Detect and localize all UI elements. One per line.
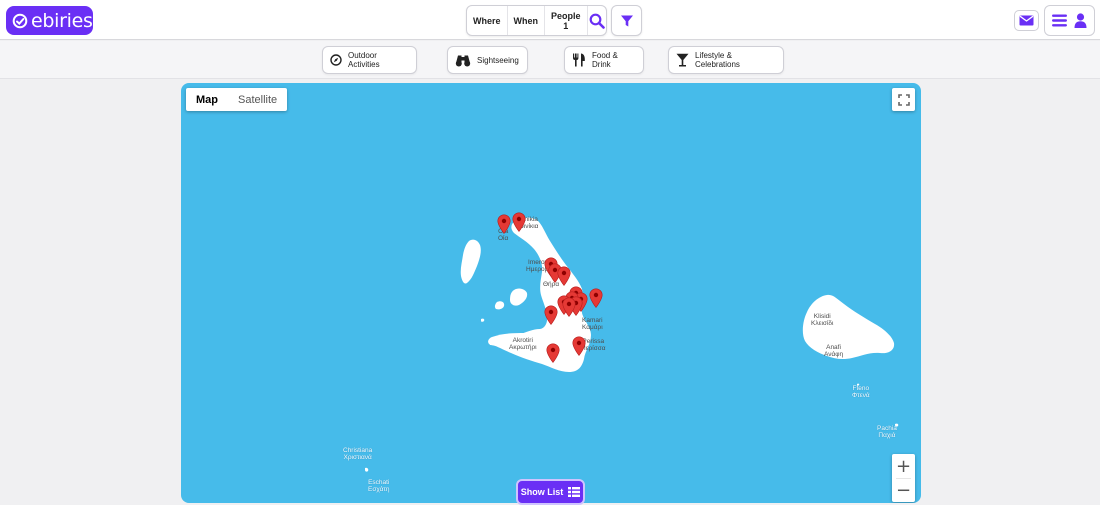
when-field[interactable]: When [508, 6, 546, 35]
people-field[interactable]: People 1 [545, 6, 588, 35]
account-menu-button[interactable] [1044, 5, 1095, 36]
search-icon [589, 13, 605, 29]
map-type-satellite-button[interactable]: Satellite [228, 88, 287, 111]
category-food-drink[interactable]: Food & Drink [564, 46, 644, 74]
christiana-islet [365, 467, 369, 472]
category-sightseeing[interactable]: Sightseeing [447, 46, 528, 74]
category-lifestyle-celebrations[interactable]: Lifestyle & Celebrations [668, 46, 784, 74]
list-icon [568, 487, 581, 497]
aspronisi-island [481, 318, 485, 322]
messages-button[interactable] [1014, 10, 1039, 31]
search-bar[interactable]: Where When People 1 [466, 5, 607, 36]
map-marker[interactable] [546, 343, 560, 363]
map-marker[interactable] [512, 212, 526, 232]
category-label: Sightseeing [477, 55, 519, 65]
show-list-label: Show List [520, 487, 564, 497]
fullscreen-icon [897, 93, 910, 106]
map-type-control: Map Satellite [186, 88, 288, 111]
utensils-icon [573, 53, 585, 67]
map-marker[interactable] [557, 266, 571, 286]
map-view[interactable]: FoinikiaΦοινίκια OiaΟία ImerovigliΗμεροβ… [181, 83, 921, 503]
place-label-eschati: Eschati Εσχάτη [368, 479, 390, 493]
logo-mark-icon [12, 13, 28, 28]
logo-text: ebiries [31, 9, 93, 32]
user-icon [1074, 13, 1087, 28]
show-list-button[interactable]: Show List [516, 479, 585, 505]
fullscreen-button[interactable] [892, 88, 915, 111]
map-marker[interactable] [497, 214, 511, 234]
place-label-christiana: Christiana Χριστιανά [343, 447, 373, 461]
category-label: Outdoor Activities [348, 51, 380, 69]
category-bar: Outdoor Activities Sightseeing Food & Dr… [0, 41, 1100, 79]
place-label-akrotiri: Akrotiri Ακρωτήρι [509, 337, 537, 351]
zoom-out-button[interactable]: − [892, 478, 915, 502]
top-header: ebiries Where When People 1 [0, 0, 1100, 40]
category-outdoor-activities[interactable]: Outdoor Activities [322, 46, 417, 74]
compass-icon [330, 54, 342, 66]
place-label-fteno: Fteno Φτενά [852, 385, 870, 399]
hamburger-menu-icon [1052, 14, 1068, 27]
binoculars-icon [455, 55, 471, 66]
map-marker[interactable] [544, 305, 558, 325]
people-label: People [551, 10, 581, 21]
envelope-icon [1019, 15, 1034, 26]
search-button[interactable] [588, 6, 606, 35]
category-label: Food & Drink [592, 51, 618, 69]
category-label: Lifestyle & Celebrations [695, 51, 740, 69]
map-marker[interactable] [589, 288, 603, 308]
place-label-kamari: Kamari Καμάρι [582, 317, 603, 331]
zoom-control: + − [892, 454, 915, 502]
map-type-map-button[interactable]: Map [186, 88, 228, 111]
people-count: 1 [563, 20, 569, 31]
nea-kameni-island [510, 288, 528, 306]
palea-kameni-island [494, 301, 505, 310]
place-label-klisidi: Klisidi Κλεισίδι [811, 313, 834, 327]
zoom-divider [896, 478, 911, 479]
place-label-pachia: Pachia Παχιά [877, 425, 897, 439]
ebiries-logo[interactable]: ebiries [6, 6, 93, 35]
filter-icon [620, 15, 633, 26]
zoom-in-button[interactable]: + [892, 454, 915, 478]
cocktail-icon [676, 53, 689, 67]
place-label-anafi: Anafi Ανάφη [824, 344, 844, 358]
therasia-island [460, 239, 481, 284]
map-land [365, 217, 899, 472]
map-marker[interactable] [562, 297, 576, 317]
where-field[interactable]: Where [467, 6, 508, 35]
map-marker[interactable] [572, 336, 586, 356]
filter-button[interactable] [611, 5, 642, 36]
